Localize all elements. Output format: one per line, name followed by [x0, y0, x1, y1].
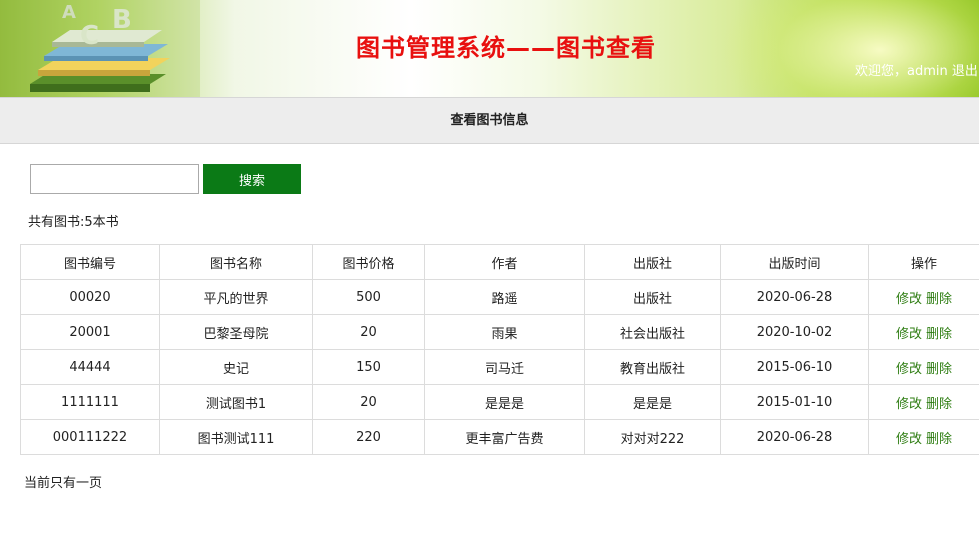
section-title: 查看图书信息 — [0, 97, 979, 144]
book-author: 更丰富广告费 — [424, 419, 585, 455]
book-publisher: 出版社 — [584, 279, 721, 315]
book-count: 共有图书:5本书 — [28, 215, 119, 230]
delete-link[interactable]: 删除 — [926, 292, 952, 307]
book-date: 2015-01-10 — [720, 384, 869, 420]
edit-link[interactable]: 修改 — [896, 397, 922, 412]
delete-link[interactable]: 删除 — [926, 362, 952, 377]
book-name: 巴黎圣母院 — [159, 314, 313, 350]
book-id: 00020 — [20, 279, 160, 315]
logout-link[interactable]: 退出 — [952, 64, 978, 79]
search-input[interactable] — [30, 164, 199, 194]
column-header: 操作 — [868, 244, 979, 280]
book-actions: 修改 删除 — [868, 349, 979, 385]
pager-text: 当前只有一页 — [24, 476, 103, 491]
column-header: 图书价格 — [312, 244, 425, 280]
book-author: 是是是 — [424, 384, 585, 420]
banner-glow — [720, 0, 979, 97]
book-price: 220 — [312, 419, 425, 455]
book-date: 2020-10-02 — [720, 314, 869, 350]
book-id: 1111111 — [20, 384, 160, 420]
book-publisher: 社会出版社 — [584, 314, 721, 350]
books-logo-icon: C B A — [0, 0, 200, 97]
table-row: 44444 史记 150 司马迁 教育出版社 2015-06-10 修改 删除 — [20, 349, 979, 385]
book-name: 史记 — [159, 349, 313, 385]
book-price: 20 — [312, 384, 425, 420]
table-row: 000111222 图书测试111 220 更丰富广告费 对对对222 2020… — [20, 419, 979, 455]
book-id: 20001 — [20, 314, 160, 350]
book-publisher: 是是是 — [584, 384, 721, 420]
book-name: 测试图书1 — [159, 384, 313, 420]
column-header: 作者 — [424, 244, 585, 280]
header-banner: C B A 图书管理系统——图书查看 欢迎您，admin 退出 — [0, 0, 979, 97]
edit-link[interactable]: 修改 — [896, 362, 922, 377]
delete-link[interactable]: 删除 — [926, 397, 952, 412]
book-price: 20 — [312, 314, 425, 350]
book-actions: 修改 删除 — [868, 419, 979, 455]
book-actions: 修改 删除 — [868, 314, 979, 350]
book-name: 图书测试111 — [159, 419, 313, 455]
edit-link[interactable]: 修改 — [896, 292, 922, 307]
book-date: 2020-06-28 — [720, 279, 869, 315]
books-table: 图书编号 图书名称 图书价格 作者 出版社 出版时间 操作 00020 平凡的世… — [20, 244, 979, 455]
column-header: 图书编号 — [20, 244, 160, 280]
book-id: 000111222 — [20, 419, 160, 455]
book-author: 路遥 — [424, 279, 585, 315]
column-header: 图书名称 — [159, 244, 313, 280]
book-price: 500 — [312, 279, 425, 315]
delete-link[interactable]: 删除 — [926, 432, 952, 447]
svg-text:C: C — [80, 21, 99, 51]
search-button[interactable]: 搜索 — [203, 164, 301, 194]
table-row: 00020 平凡的世界 500 路遥 出版社 2020-06-28 修改 删除 — [20, 279, 979, 315]
book-date: 2015-06-10 — [720, 349, 869, 385]
table-row: 20001 巴黎圣母院 20 雨果 社会出版社 2020-10-02 修改 删除 — [20, 314, 979, 350]
book-publisher: 对对对222 — [584, 419, 721, 455]
column-header: 出版社 — [584, 244, 721, 280]
book-author: 司马迁 — [424, 349, 585, 385]
welcome-text: 欢迎您，admin 退出 — [855, 60, 979, 80]
edit-link[interactable]: 修改 — [896, 432, 922, 447]
book-price: 150 — [312, 349, 425, 385]
table-header-row: 图书编号 图书名称 图书价格 作者 出版社 出版时间 操作 — [20, 244, 979, 280]
book-publisher: 教育出版社 — [584, 349, 721, 385]
edit-link[interactable]: 修改 — [896, 327, 922, 342]
svg-text:A: A — [62, 2, 76, 23]
column-header: 出版时间 — [720, 244, 869, 280]
book-author: 雨果 — [424, 314, 585, 350]
book-id: 44444 — [20, 349, 160, 385]
book-actions: 修改 删除 — [868, 279, 979, 315]
book-name: 平凡的世界 — [159, 279, 313, 315]
book-date: 2020-06-28 — [720, 419, 869, 455]
book-actions: 修改 删除 — [868, 384, 979, 420]
delete-link[interactable]: 删除 — [926, 327, 952, 342]
table-row: 1111111 测试图书1 20 是是是 是是是 2015-01-10 修改 删除 — [20, 384, 979, 420]
svg-text:B: B — [112, 5, 132, 35]
welcome-user: 欢迎您，admin — [855, 64, 948, 79]
page-title: 图书管理系统——图书查看 — [356, 34, 656, 62]
